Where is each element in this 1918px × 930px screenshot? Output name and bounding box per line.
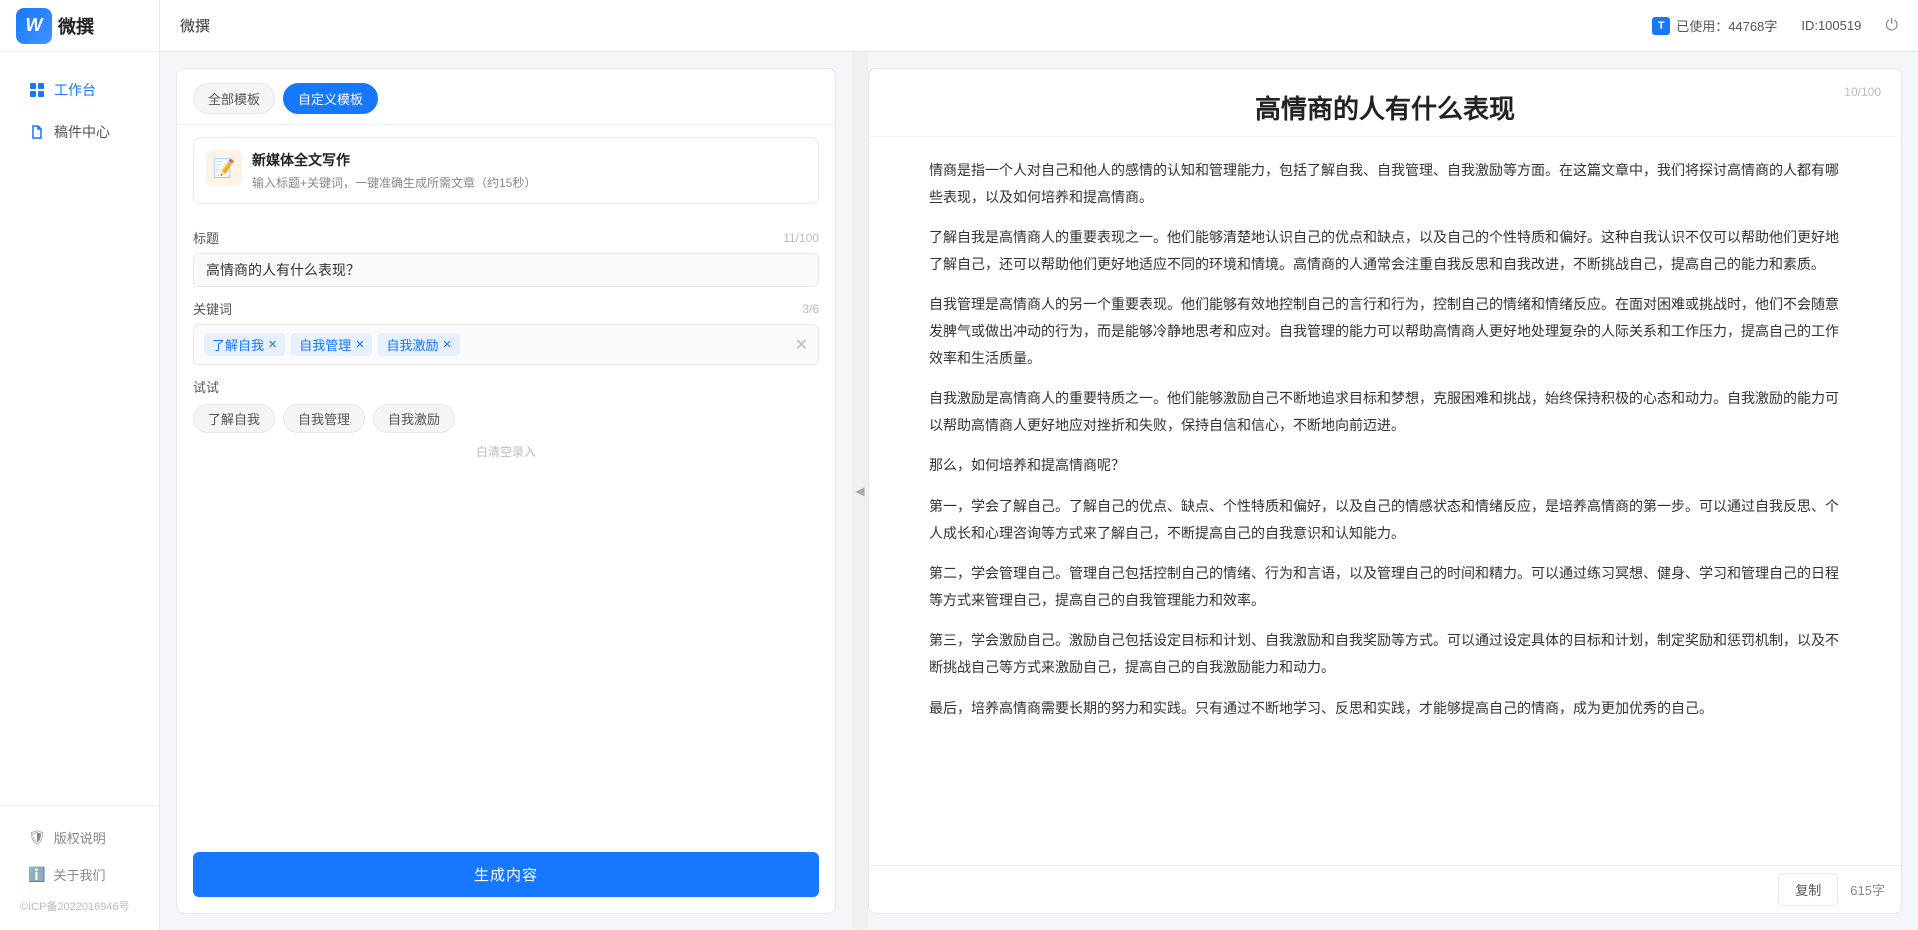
form-section: 标题 11/100 关键词 3/6 了解自我 ✕ 自我管理 ✕ <box>177 216 835 840</box>
info-icon: ℹ️ <box>28 866 45 883</box>
id-info: ID:100519 <box>1801 18 1861 33</box>
generate-btn[interactable]: 生成内容 <box>193 852 819 897</box>
tab-custom-templates[interactable]: 自定义模板 <box>283 83 378 114</box>
content-area: 全部模板 自定义模板 📝 新媒体全文写作 输入标题+关键词，一键准确生成所需文章… <box>160 52 1918 930</box>
right-panel: 高情商的人有什么表现 10/100 情商是指一个人对自己和他人的感情的认知和管理… <box>868 68 1902 914</box>
keyword-counter: 3/6 <box>802 302 819 316</box>
article-para-7: 第三，学会激励自己。激励自己包括设定目标和计划、自我激励和自我奖励等方式。可以通… <box>929 627 1841 680</box>
topbar-right: T 已使用：44768字 ID:100519 ⏻ <box>1652 16 1898 35</box>
article-para-0: 情商是指一个人对自己和他人的感情的认知和管理能力，包括了解自我、自我管理、自我激… <box>929 157 1841 210</box>
keyword-tag-0[interactable]: 了解自我 ✕ <box>204 333 285 356</box>
title-input[interactable] <box>193 253 819 287</box>
keyword-label-row: 关键词 3/6 <box>193 299 819 318</box>
article-body: 情商是指一个人对自己和他人的感情的认知和管理能力，包括了解自我、自我管理、自我激… <box>869 137 1901 865</box>
template-icon: 📝 <box>206 150 242 186</box>
copyright-label: 版权说明 <box>54 828 106 847</box>
sidebar-nav: 工作台 稿件中心 <box>0 52 159 805</box>
about-label: 关于我们 <box>53 865 105 884</box>
keyword-tag-text-1: 自我管理 <box>299 335 351 354</box>
topbar: 微撰 T 已使用：44768字 ID:100519 ⏻ <box>160 0 1918 52</box>
sidebar: W 微撰 工作台 稿件中心 🛡 版权说明 <box>0 0 160 930</box>
icp-text: ©ICP备2022016946号 <box>0 894 159 922</box>
article-header: 高情商的人有什么表现 10/100 <box>869 69 1901 137</box>
title-counter: 11/100 <box>783 231 819 245</box>
usage-icon: T <box>1652 17 1670 35</box>
article-para-6: 第二，学会管理自己。管理自己包括控制自己的情绪、行为和言语，以及管理自己的时间和… <box>929 560 1841 613</box>
article-footer: 复制 615字 <box>869 865 1901 913</box>
file-icon <box>28 123 46 141</box>
title-label: 标题 <box>193 228 219 247</box>
tab-all-templates[interactable]: 全部模板 <box>193 83 275 114</box>
keyword-tag-close-2[interactable]: ✕ <box>442 338 451 351</box>
keyword-tag-close-0[interactable]: ✕ <box>268 338 277 351</box>
keyword-clear-btn[interactable]: ✕ <box>795 335 808 355</box>
template-card[interactable]: 📝 新媒体全文写作 输入标题+关键词，一键准确生成所需文章（约15秒） <box>193 137 819 204</box>
title-label-row: 标题 11/100 <box>193 228 819 247</box>
section-label: 试试 <box>193 377 819 396</box>
grid-icon <box>28 81 46 99</box>
keyword-tag-1[interactable]: 自我管理 ✕ <box>291 333 372 356</box>
keyword-tag-text-0: 了解自我 <box>212 335 264 354</box>
usage-label: 已使用：44768字 <box>1676 16 1777 35</box>
article-container: 高情商的人有什么表现 10/100 情商是指一个人对自己和他人的感情的认知和管理… <box>868 68 1902 914</box>
suggestion-row: 了解自我 自我管理 自我激励 <box>193 404 819 433</box>
article-counter: 10/100 <box>1844 85 1881 99</box>
article-para-4: 那么，如何培养和提高情商呢？ <box>929 452 1841 479</box>
usage-info: T 已使用：44768字 <box>1652 16 1777 35</box>
logo-icon: W <box>16 8 52 44</box>
article-para-1: 了解自我是高情商人的重要表现之一。他们能够清楚地认识自己的优点和缺点，以及自己的… <box>929 224 1841 277</box>
template-desc: 输入标题+关键词，一键准确生成所需文章（约15秒） <box>252 174 806 191</box>
main-area: 微撰 T 已使用：44768字 ID:100519 ⏻ 全部模板 自定义模板 📝… <box>160 0 1918 930</box>
sidebar-item-about[interactable]: ℹ️ 关于我们 <box>8 857 151 892</box>
sidebar-item-drafts[interactable]: 稿件中心 <box>8 112 151 152</box>
article-para-5: 第一，学会了解自己。了解自己的优点、缺点、个性特质和偏好，以及自己的情感状态和情… <box>929 493 1841 546</box>
tabs-row: 全部模板 自定义模板 <box>177 69 835 125</box>
sidebar-drafts-label: 稿件中心 <box>54 122 110 142</box>
shield-icon: 🛡 <box>28 829 46 846</box>
article-para-8: 最后，培养高情商需要长期的努力和实践。只有通过不断地学习、反思和实践，才能够提高… <box>929 695 1841 722</box>
sidebar-bottom: 🛡 版权说明 ℹ️ 关于我们 ©ICP备2022016946号 <box>0 805 159 930</box>
keyword-tag-2[interactable]: 自我激励 ✕ <box>378 333 459 356</box>
keyword-box: 了解自我 ✕ 自我管理 ✕ 自我激励 ✕ ✕ <box>193 324 819 365</box>
sidebar-item-copyright[interactable]: 🛡 版权说明 <box>8 820 151 855</box>
keyword-tag-close-1[interactable]: ✕ <box>355 338 364 351</box>
suggestion-chip-0[interactable]: 了解自我 <box>193 404 275 433</box>
article-title: 高情商的人有什么表现 <box>929 89 1841 126</box>
template-name: 新媒体全文写作 <box>252 150 806 170</box>
article-para-2: 自我管理是高情商人的另一个重要表现。他们能够有效地控制自己的言行和行为，控制自己… <box>929 291 1841 371</box>
keyword-tag-text-2: 自我激励 <box>386 335 438 354</box>
topbar-title: 微撰 <box>180 15 210 36</box>
suggestion-chip-2[interactable]: 自我激励 <box>373 404 455 433</box>
collapse-icon: ◀ <box>855 484 864 498</box>
sidebar-workbench-label: 工作台 <box>54 80 96 100</box>
collapse-handle[interactable]: ◀ <box>852 52 868 930</box>
clear-hint: 白清空录入 <box>193 443 819 460</box>
sidebar-item-workbench[interactable]: 工作台 <box>8 70 151 110</box>
template-info: 新媒体全文写作 输入标题+关键词，一键准确生成所需文章（约15秒） <box>252 150 806 191</box>
copy-button[interactable]: 复制 <box>1778 873 1838 906</box>
left-panel: 全部模板 自定义模板 📝 新媒体全文写作 输入标题+关键词，一键准确生成所需文章… <box>176 68 836 914</box>
power-icon[interactable]: ⏻ <box>1885 17 1898 35</box>
logo-text: 微撰 <box>58 13 94 39</box>
keyword-label: 关键词 <box>193 299 232 318</box>
suggestion-chip-1[interactable]: 自我管理 <box>283 404 365 433</box>
logo-area: W 微撰 <box>0 0 159 52</box>
word-count: 615字 <box>1850 880 1885 899</box>
article-para-3: 自我激励是高情商人的重要特质之一。他们能够激励自己不断地追求目标和梦想，克服困难… <box>929 385 1841 438</box>
